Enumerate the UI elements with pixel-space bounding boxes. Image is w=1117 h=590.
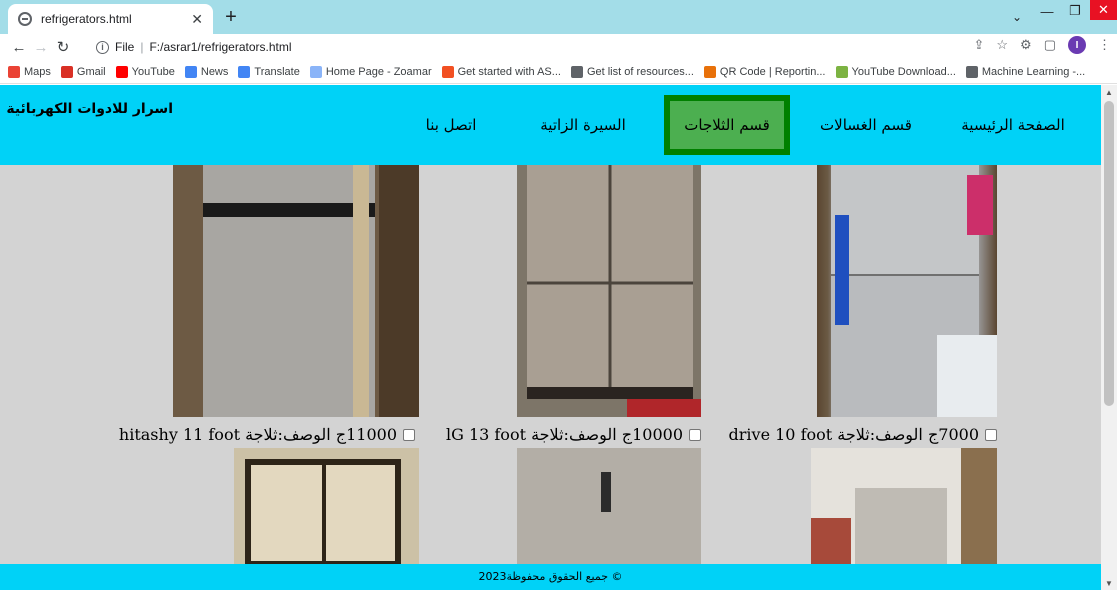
bookmark-item[interactable]: Get list of resources...: [570, 65, 694, 78]
bookmark-label: Maps: [24, 65, 51, 78]
browser-toolbar: ← → ↻ i File | F:/asrar1/refrigerators.h…: [0, 34, 1117, 60]
tab-title: refrigerators.html: [41, 12, 132, 26]
bookmark-item[interactable]: YouTube Download...: [835, 65, 956, 78]
page-viewport: اسرار للادوات الكهربائية الصفحة الرئيسية…: [0, 85, 1101, 590]
product-photo-lg: [517, 165, 701, 417]
restore-button[interactable]: ❐: [1062, 0, 1088, 22]
bookmark-star-icon[interactable]: ☆: [996, 37, 1008, 53]
product-photo-row2-right: [811, 448, 997, 564]
address-separator: |: [140, 40, 144, 54]
bookmark-item[interactable]: News: [184, 65, 229, 78]
bookmark-label: QR Code | Reportin...: [719, 65, 826, 78]
select-product-checkbox[interactable]: [689, 428, 701, 441]
refrigerator-image: [173, 165, 419, 417]
bookmark-item[interactable]: Get started with AS...: [441, 65, 561, 78]
product-photo-row2-left: [234, 448, 419, 564]
product-caption-lg: 10000ج الوصف:ثلاجة lG 13 foot: [446, 425, 701, 444]
bookmark-label: Translate: [254, 65, 300, 78]
select-product-checkbox[interactable]: [985, 428, 997, 441]
bookmark-label: Machine Learning -...: [981, 65, 1086, 78]
reload-icon[interactable]: ↻: [52, 38, 74, 56]
bookmark-label: Gmail: [76, 65, 106, 78]
scroll-up-icon[interactable]: ▲: [1101, 88, 1117, 97]
bookmark-item[interactable]: Machine Learning -...: [965, 65, 1086, 78]
nav-contact[interactable]: اتصل بنا: [411, 95, 491, 155]
browser-tab-strip: refrigerators.html ✕ + ⌄ — ❐ ✕: [0, 0, 1117, 34]
nav-washers[interactable]: قسم الغسالات: [811, 95, 921, 155]
side-panel-icon[interactable]: ▢: [1044, 37, 1056, 53]
refrigerator-image: [234, 448, 419, 564]
refrigerator-image: [811, 448, 997, 564]
product-caption-hitashy: 11000ج الوصف:ثلاجة hitashy 11 foot: [119, 425, 415, 444]
site-navbar: اسرار للادوات الكهربائية الصفحة الرئيسية…: [0, 85, 1101, 165]
share-icon[interactable]: ⇪: [973, 37, 984, 53]
site-footer: © جميع الحقوق محفوظة2023: [0, 564, 1101, 590]
translate-icon: [238, 65, 251, 78]
product-photo-row2-middle: [517, 448, 701, 564]
product-photo-drive: [817, 165, 997, 417]
page-icon: [309, 65, 322, 78]
new-tab-button[interactable]: +: [221, 6, 241, 29]
back-arrow-icon[interactable]: ←: [8, 39, 30, 56]
news-icon: [184, 65, 197, 78]
refrigerator-image: [831, 165, 997, 417]
bookmark-item[interactable]: Translate: [238, 65, 300, 78]
bookmark-label: Home Page - Zoamar: [325, 65, 432, 78]
profile-avatar[interactable]: I: [1068, 36, 1086, 54]
product-caption-text: 11000ج الوصف:ثلاجة hitashy 11 foot: [118, 425, 397, 444]
bookmark-label: Get started with AS...: [457, 65, 561, 78]
menu-kebab-icon[interactable]: ⋮: [1098, 37, 1111, 53]
maps-pin-icon: [8, 65, 20, 78]
minimize-button[interactable]: —: [1034, 0, 1060, 22]
bookmark-label: Get list of resources...: [586, 65, 694, 78]
info-icon[interactable]: i: [96, 40, 109, 54]
bookmark-item[interactable]: Home Page - Zoamar: [309, 65, 432, 78]
site-brand: اسرار للادوات الكهربائية: [6, 101, 173, 117]
bookmark-label: YouTube: [131, 65, 175, 78]
bookmarks-bar: Maps Gmail YouTube News Translate Home Page -…: [0, 60, 1117, 84]
address-path: F:/asrar1/refrigerators.html: [149, 40, 292, 54]
extensions-icon[interactable]: ⚙: [1020, 37, 1032, 53]
nav-home[interactable]: الصفحة الرئيسية: [953, 95, 1073, 155]
globe-icon: [18, 12, 32, 26]
nav-biography[interactable]: السيرة الزاتية: [527, 95, 639, 155]
bookmark-item[interactable]: Gmail: [60, 65, 106, 78]
bookmark-label: YouTube Download...: [851, 65, 956, 78]
page-scrollbar[interactable]: ▲ ▼: [1101, 85, 1117, 590]
qr-icon: [703, 65, 716, 78]
address-bar[interactable]: i File | F:/asrar1/refrigerators.html: [96, 37, 292, 57]
bookmark-item[interactable]: Maps: [8, 65, 51, 78]
bookmark-item[interactable]: YouTube: [115, 65, 175, 78]
scrollbar-thumb[interactable]: [1104, 101, 1114, 406]
tab-search-chevron-icon[interactable]: ⌄: [1006, 6, 1028, 28]
gmail-icon: [60, 65, 73, 78]
ml-icon: [965, 65, 978, 78]
microsoft-icon: [441, 65, 454, 78]
refrigerator-image: [517, 165, 701, 417]
address-scheme: File: [115, 40, 135, 54]
product-caption-text: 10000ج الوصف:ثلاجة lG 13 foot: [445, 425, 683, 444]
product-caption-drive: 7000ج الوصف:ثلاجة drive 10 foot: [729, 425, 997, 444]
close-tab-icon[interactable]: ✕: [191, 11, 203, 28]
product-caption-text: 7000ج الوصف:ثلاجة drive 10 foot: [728, 425, 979, 444]
nav-refrigerators[interactable]: قسم الثلاجات: [664, 95, 790, 155]
select-product-checkbox[interactable]: [403, 428, 415, 441]
download-icon: [835, 65, 848, 78]
toolbar-actions: ⇪ ☆ ⚙ ▢ I ⋮: [973, 36, 1111, 54]
product-photo-hitashy: [173, 165, 419, 417]
bookmark-item[interactable]: QR Code | Reportin...: [703, 65, 826, 78]
globe-icon: [570, 65, 583, 78]
refrigerator-image: [517, 448, 701, 564]
browser-tab[interactable]: refrigerators.html ✕: [8, 4, 213, 34]
scroll-down-icon[interactable]: ▼: [1101, 579, 1117, 588]
youtube-icon: [115, 65, 128, 78]
close-window-button[interactable]: ✕: [1090, 0, 1117, 20]
forward-arrow-icon[interactable]: →: [30, 39, 52, 56]
bookmark-label: News: [200, 65, 229, 78]
